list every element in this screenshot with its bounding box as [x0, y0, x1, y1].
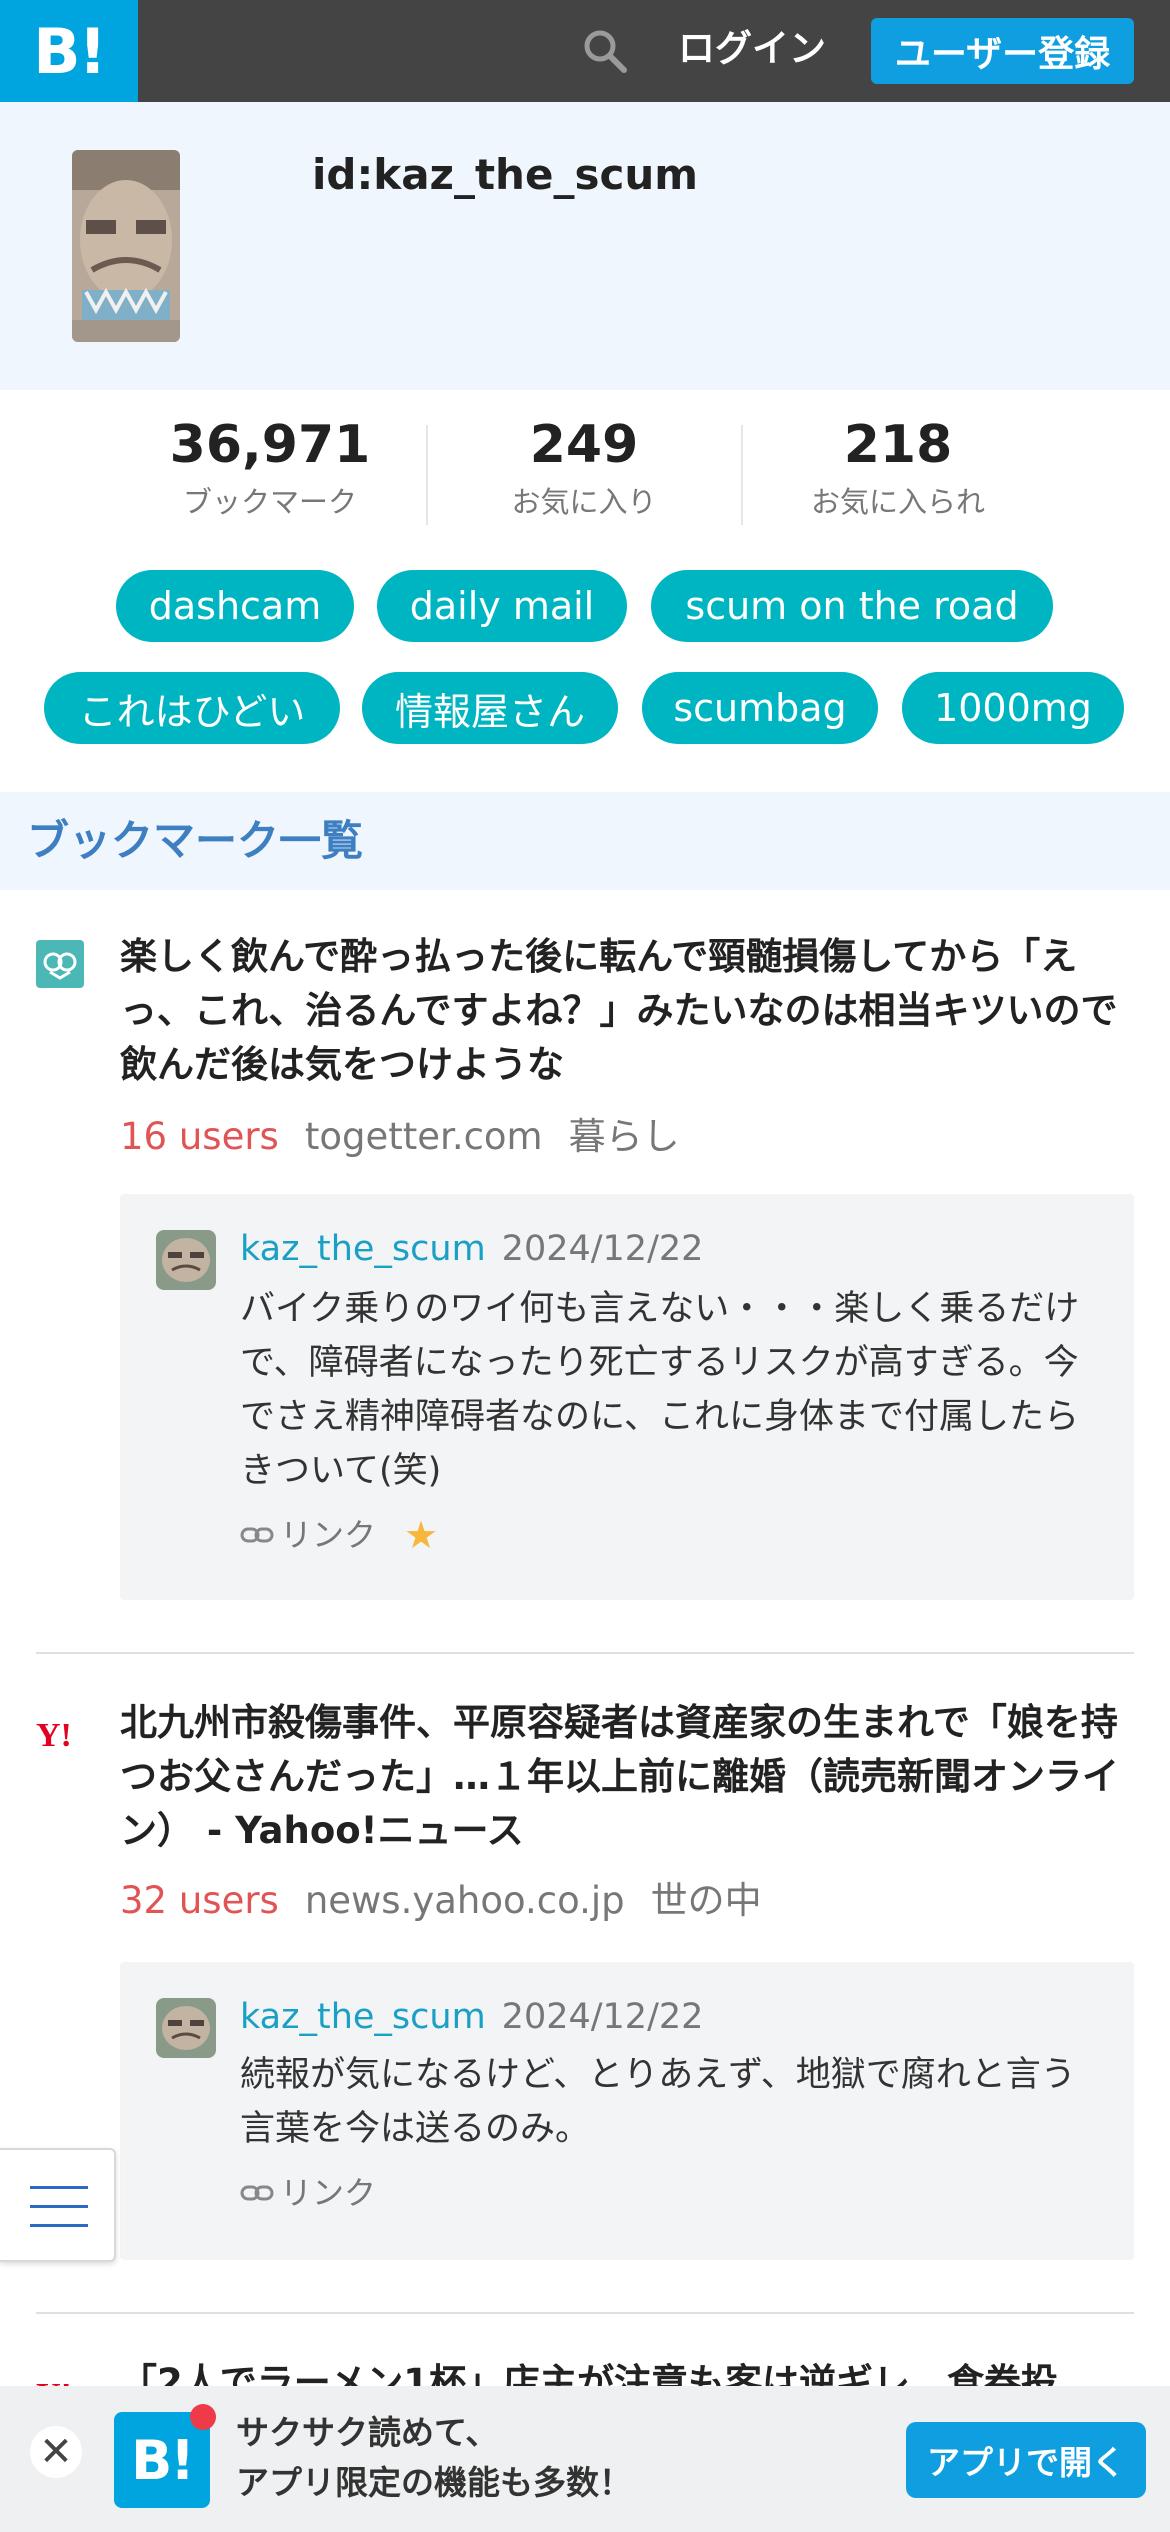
comment-text: バイク乗りのワイ何も言えない・・・楽しく乗るだけで、障碍者になったり死亡するリス… [240, 1289, 1080, 1491]
tag-chip[interactable]: daily mail [377, 570, 627, 642]
stat-label: お気に入られ [810, 485, 985, 519]
search-icon[interactable] [580, 26, 630, 76]
entry-domain[interactable]: news.yahoo.co.jp [305, 1879, 625, 1922]
profile-header: id:kaz_the_scum [0, 102, 1170, 390]
stat-divider [426, 425, 428, 525]
tag-chip[interactable]: scumbag [642, 672, 878, 744]
entry-category[interactable]: 暮らし [569, 1115, 680, 1158]
comment-text: 続報が気になるけど、とりあえず、地獄で腐れと言う言葉を今は送るのみ。 [240, 2055, 1076, 2149]
banner-line-2: アプリ限定の機能も多数！ [236, 2463, 632, 2502]
stat-divider [741, 425, 743, 525]
signup-button[interactable]: ユーザー登録 [871, 18, 1134, 84]
comment-date[interactable]: 2024/12/22 [502, 1229, 704, 1269]
star-icon[interactable]: ★ [404, 1512, 438, 1558]
comment-date[interactable]: 2024/12/22 [502, 1997, 704, 2037]
close-icon[interactable]: ✕ [30, 2426, 82, 2478]
stat-label: お気に入り [511, 485, 657, 519]
users-count[interactable]: 16 users [120, 1115, 279, 1158]
comment-card: kaz_the_scum 2024/12/22 続報が気になるけど、とりあえず、地… [120, 1962, 1134, 2260]
banner-text: サクサク読めて、 アプリ限定の機能も多数！ [236, 2408, 632, 2508]
tag-chip[interactable]: scum on the road [651, 570, 1053, 642]
users-count[interactable]: 32 users [120, 1879, 279, 1922]
entry-title[interactable]: 北九州市殺傷事件、平原容疑者は資産家の生まれで「娘を持つお父さんだった」…１年以… [120, 1696, 1140, 1858]
comment-header: kaz_the_scum 2024/12/22 [240, 1224, 703, 1274]
comment-link[interactable]: リンク [240, 2170, 376, 2216]
comment-link[interactable]: リンク [240, 1512, 376, 1558]
stat-value: 249 [529, 415, 639, 475]
banner-line-1: サクサク読めて、 [236, 2413, 499, 2452]
open-app-button[interactable]: アプリで開く [906, 2422, 1146, 2498]
entry-category[interactable]: 世の中 [651, 1879, 762, 1922]
hatena-logo[interactable]: B! [0, 0, 138, 102]
link-label: リンク [280, 2174, 377, 2212]
entry-separator [36, 2312, 1134, 2314]
stat-favorited[interactable]: 218 お気に入られ [788, 410, 1008, 524]
tag-chip[interactable]: 1000mg [902, 672, 1124, 744]
link-icon [240, 1527, 274, 1543]
tag-chip[interactable]: これはひどい [44, 672, 340, 744]
menu-icon-bar [30, 2205, 88, 2208]
stat-favorites[interactable]: 249 お気に入り [474, 410, 694, 524]
bookmark-list-header: ブックマーク一覧 [0, 792, 1170, 890]
stat-value: 218 [843, 415, 953, 475]
comment-username[interactable]: kaz_the_scum [240, 1997, 486, 2037]
entry-domain[interactable]: togetter.com [305, 1115, 543, 1158]
link-icon [240, 2185, 274, 2201]
avatar[interactable] [156, 1230, 216, 1290]
avatar[interactable] [156, 1998, 216, 2058]
entry-title[interactable]: 楽しく飲んで酔っ払った後に転んで頸髄損傷してから「えっ、これ、治るんですよね？」… [120, 930, 1140, 1092]
top-header: B! ログイン ユーザー登録 [0, 0, 1170, 102]
avatar [72, 150, 180, 342]
comment-header: kaz_the_scum 2024/12/22 [240, 1992, 703, 2042]
tag-chip[interactable]: 情報屋さん [362, 672, 618, 744]
menu-icon-bar [30, 2186, 88, 2189]
link-label: リンク [280, 1516, 377, 1554]
svg-text:Y!: Y! [36, 1717, 72, 1754]
yahoo-icon: Y! [36, 1717, 72, 1754]
app-banner: ✕ B! サクサク読めて、 アプリ限定の機能も多数！ アプリで開く [0, 2386, 1170, 2532]
stat-label: ブックマーク [182, 485, 357, 519]
menu-button[interactable] [0, 2148, 116, 2262]
entry-meta: 32 users news.yahoo.co.jp 世の中 [120, 1876, 762, 1926]
comment-username[interactable]: kaz_the_scum [240, 1229, 486, 1269]
stat-value: 36,971 [169, 415, 371, 475]
entry-meta: 16 users togetter.com 暮らし [120, 1112, 680, 1162]
comment-card: kaz_the_scum 2024/12/22 バイク乗りのワイ何も言えない・・・… [120, 1194, 1134, 1600]
notification-dot [190, 2404, 216, 2430]
togetter-icon [36, 940, 84, 988]
stat-bookmarks[interactable]: 36,971 ブックマーク [160, 410, 380, 524]
section-title: ブックマーク一覧 [27, 816, 364, 865]
tag-chip[interactable]: dashcam [116, 570, 354, 642]
entry-separator [36, 1652, 1134, 1654]
login-link[interactable]: ログイン [678, 24, 826, 74]
menu-icon-bar [30, 2224, 88, 2227]
user-id: id:kaz_the_scum [312, 150, 698, 199]
